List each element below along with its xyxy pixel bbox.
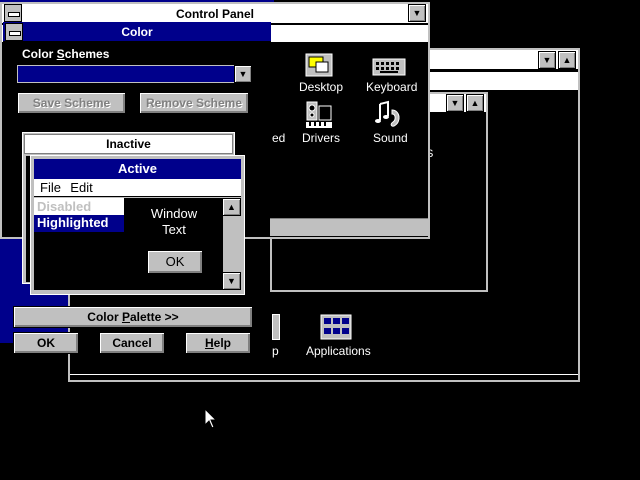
help-label-post: elp [213, 336, 231, 350]
sound-label[interactable]: Sound [373, 131, 408, 145]
partial-group-icon[interactable] [272, 314, 280, 340]
save-scheme-button[interactable]: Save Scheme [17, 92, 126, 114]
cancel-label: Cancel [112, 336, 152, 350]
preview-menu-file[interactable]: File [40, 180, 61, 195]
cancel-button[interactable]: Cancel [99, 332, 165, 354]
partial-group-label: p [272, 344, 279, 358]
preview-window-text: Window Text [138, 206, 210, 238]
keyboard-label[interactable]: Keyboard [366, 80, 417, 94]
inner-minimize-button[interactable]: ▼ [446, 94, 464, 112]
preview-ok-button[interactable]: OK [147, 250, 203, 274]
color-palette-button[interactable]: Color Palette >> [13, 306, 253, 328]
inactive-window-title: Inactive [106, 137, 151, 151]
partial-ed-label: ed [272, 131, 286, 145]
save-scheme-label: Save Scheme [32, 96, 111, 110]
keyboard-icon[interactable] [372, 58, 406, 76]
preview-highlighted-text: Highlighted [37, 215, 109, 230]
color-palette-label-accel: P [121, 310, 130, 324]
applications-label[interactable]: Applications [306, 344, 371, 358]
inactive-window-titlebar[interactable]: Inactive [24, 134, 233, 154]
mouse-pointer-icon [204, 407, 218, 430]
active-window-title: Active [117, 161, 158, 176]
inner-maximize-button[interactable]: ▲ [466, 94, 484, 112]
color-dialog-title: Color [121, 25, 153, 39]
color-schemes-label-accel: S [56, 47, 65, 61]
group-minimize-button[interactable]: ▼ [538, 51, 556, 69]
preview-ok-label: OK [165, 254, 185, 269]
ok-label: OK [37, 336, 55, 350]
preview-disabled-text: Disabled [37, 199, 92, 214]
color-schemes-label-post: chemes [64, 47, 110, 61]
preview-scroll-up-button[interactable]: ▲ [222, 198, 241, 216]
remove-scheme-label: Remove Scheme [145, 96, 243, 110]
desktop-icon[interactable] [304, 52, 334, 78]
control-panel-minimize-button[interactable]: ▼ [408, 4, 426, 22]
control-panel-titlebar[interactable]: Control Panel [2, 4, 428, 24]
group-maximize-button[interactable]: ▲ [558, 51, 576, 69]
desktop-label[interactable]: Desktop [299, 80, 343, 94]
control-panel-title: Control Panel [175, 7, 254, 21]
color-palette-label-pre: Color [87, 310, 122, 324]
preview-scroll-down-button[interactable]: ▼ [222, 272, 241, 290]
program-manager-bottom-edge [70, 374, 578, 380]
color-palette-label-post: alette >> [129, 310, 179, 324]
applications-group-icon[interactable] [320, 314, 352, 340]
drivers-icon[interactable] [304, 100, 334, 130]
color-scheme-combo[interactable] [17, 65, 252, 83]
color-dialog-system-menu[interactable] [5, 23, 23, 41]
color-schemes-label: Color Schemes [22, 47, 109, 61]
active-window-titlebar[interactable]: Active [34, 159, 241, 179]
color-dialog-titlebar[interactable]: Color [3, 22, 271, 42]
help-button[interactable]: Help [185, 332, 251, 354]
preview-window-text-line1: Window [150, 206, 198, 221]
drivers-label[interactable]: Drivers [302, 131, 340, 145]
control-panel-system-menu[interactable] [4, 4, 22, 22]
sound-icon[interactable] [374, 100, 404, 130]
remove-scheme-button[interactable]: Remove Scheme [139, 92, 249, 114]
preview-menu-edit[interactable]: Edit [70, 180, 92, 195]
color-schemes-label-pre: Color [22, 47, 57, 61]
group-window-menubar [420, 72, 578, 90]
ok-button[interactable]: OK [13, 332, 79, 354]
color-scheme-dropdown-button[interactable]: ▼ [234, 65, 252, 83]
help-label-accel: H [204, 336, 214, 350]
control-panel-status-area [270, 218, 428, 236]
active-window-menubar: File Edit [34, 179, 241, 197]
preview-window-text-line2: Text [162, 222, 186, 237]
